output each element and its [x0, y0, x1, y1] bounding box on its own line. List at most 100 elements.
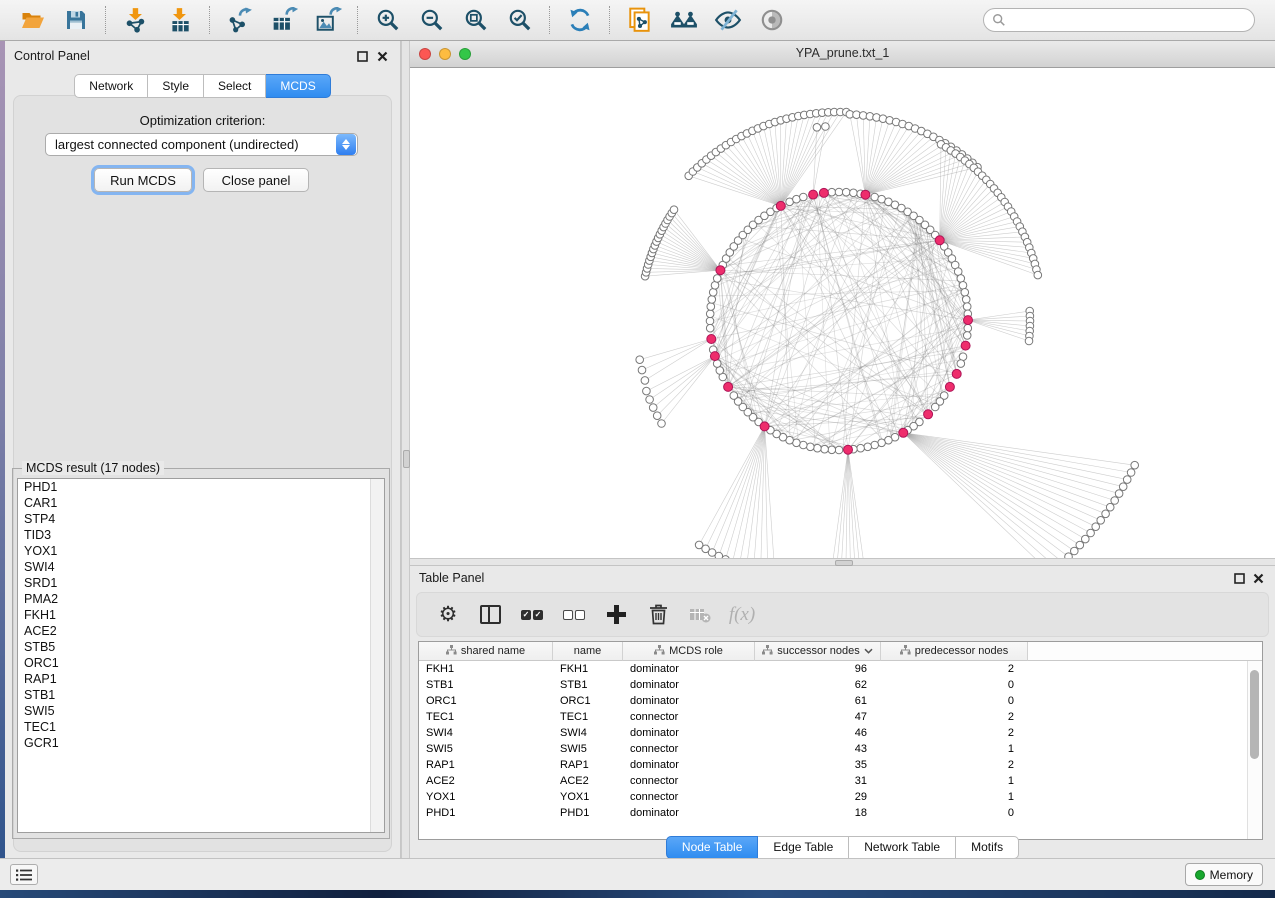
table-cell[interactable]: 2	[881, 725, 1028, 741]
mcds-result-item[interactable]: SRD1	[18, 575, 384, 591]
optimization-criterion-select[interactable]: largest connected component (undirected)	[45, 133, 358, 156]
close-panel-icon[interactable]	[374, 48, 390, 64]
table-cell[interactable]: dominator	[623, 805, 755, 821]
table-cell[interactable]: PHD1	[553, 805, 623, 821]
table-cell[interactable]: connector	[623, 709, 755, 725]
table-row[interactable]: PHD1PHD1dominator180	[419, 805, 1262, 821]
zoom-in-icon[interactable]	[371, 4, 405, 36]
save-session-icon[interactable]	[59, 4, 93, 36]
task-history-icon[interactable]	[10, 864, 38, 885]
table-cell[interactable]: 29	[755, 789, 881, 805]
tab-network[interactable]: Network	[74, 74, 148, 98]
tab-motifs[interactable]: Motifs	[956, 836, 1019, 859]
table-cell[interactable]: 1	[881, 741, 1028, 757]
delete-table-icon[interactable]	[683, 598, 717, 632]
select-all-icon[interactable]: ✓✓	[515, 598, 549, 632]
table-cell[interactable]: 1	[881, 773, 1028, 789]
deselect-all-icon[interactable]	[557, 598, 591, 632]
table-cell[interactable]: 2	[881, 709, 1028, 725]
zoom-fit-icon[interactable]	[459, 4, 493, 36]
mcds-result-item[interactable]: YOX1	[18, 543, 384, 559]
export-image-icon[interactable]	[311, 4, 345, 36]
zoom-out-icon[interactable]	[415, 4, 449, 36]
mcds-result-item[interactable]: TEC1	[18, 719, 384, 735]
hide-details-icon[interactable]	[711, 4, 745, 36]
table-cell[interactable]: dominator	[623, 693, 755, 709]
table-cell[interactable]: SWI4	[553, 725, 623, 741]
mcds-result-item[interactable]: GCR1	[18, 735, 384, 751]
network-document-icon[interactable]	[623, 4, 657, 36]
mcds-result-item[interactable]: TID3	[18, 527, 384, 543]
table-row[interactable]: ORC1ORC1dominator610	[419, 693, 1262, 709]
network-view-canvas[interactable]	[410, 68, 1275, 558]
table-cell[interactable]: 61	[755, 693, 881, 709]
add-column-icon[interactable]	[599, 598, 633, 632]
mcds-result-list[interactable]: PHD1CAR1STP4TID3YOX1SWI4SRD1PMA2FKH1ACE2…	[17, 478, 385, 833]
table-cell[interactable]: dominator	[623, 725, 755, 741]
table-cell[interactable]: SWI5	[419, 741, 553, 757]
table-cell[interactable]: 47	[755, 709, 881, 725]
zoom-selected-icon[interactable]	[503, 4, 537, 36]
table-cell[interactable]: ACE2	[419, 773, 553, 789]
table-cell[interactable]: 35	[755, 757, 881, 773]
column-header-successor-nodes[interactable]: successor nodes	[755, 642, 881, 661]
table-cell[interactable]: YOX1	[419, 789, 553, 805]
table-cell[interactable]: ORC1	[419, 693, 553, 709]
mcds-result-item[interactable]: PHD1	[18, 479, 384, 495]
table-options-gear-icon[interactable]: ⚙	[431, 598, 465, 632]
export-table-icon[interactable]	[267, 4, 301, 36]
show-graphics-icon[interactable]	[755, 4, 789, 36]
table-cell[interactable]: 62	[755, 677, 881, 693]
table-cell[interactable]: 0	[881, 693, 1028, 709]
table-row[interactable]: YOX1YOX1connector291	[419, 789, 1262, 805]
table-cell[interactable]: STB1	[553, 677, 623, 693]
table-scrollbar-thumb[interactable]	[1250, 670, 1259, 759]
open-file-icon[interactable]	[15, 4, 49, 36]
table-row[interactable]: SWI4SWI4dominator462	[419, 725, 1262, 741]
table-cell[interactable]: dominator	[623, 677, 755, 693]
table-cell[interactable]: PHD1	[419, 805, 553, 821]
import-network-icon[interactable]	[119, 4, 153, 36]
table-cell[interactable]: SWI4	[419, 725, 553, 741]
table-cell[interactable]: 96	[755, 661, 881, 677]
table-cell[interactable]: ACE2	[553, 773, 623, 789]
mcds-result-item[interactable]: STB5	[18, 639, 384, 655]
table-cell[interactable]: 0	[881, 805, 1028, 821]
tab-edge-table[interactable]: Edge Table	[758, 836, 849, 859]
delete-column-icon[interactable]	[641, 598, 675, 632]
table-cell[interactable]: STB1	[419, 677, 553, 693]
table-cell[interactable]: 2	[881, 757, 1028, 773]
table-cell[interactable]: 2	[881, 661, 1028, 677]
mcds-result-item[interactable]: FKH1	[18, 607, 384, 623]
export-network-icon[interactable]	[223, 4, 257, 36]
table-cell[interactable]: SWI5	[553, 741, 623, 757]
table-cell[interactable]: TEC1	[553, 709, 623, 725]
show-columns-icon[interactable]	[473, 598, 507, 632]
table-cell[interactable]: connector	[623, 741, 755, 757]
float-panel-icon[interactable]	[1231, 570, 1247, 586]
close-panel-button[interactable]: Close panel	[203, 168, 309, 192]
search-input[interactable]	[1011, 12, 1254, 28]
column-header-MCDS-role[interactable]: MCDS role	[623, 642, 755, 661]
close-panel-icon[interactable]	[1250, 570, 1266, 586]
mcds-result-item[interactable]: ORC1	[18, 655, 384, 671]
import-table-icon[interactable]	[163, 4, 197, 36]
table-cell[interactable]: 46	[755, 725, 881, 741]
table-scrollbar[interactable]	[1247, 661, 1262, 839]
table-cell[interactable]: TEC1	[419, 709, 553, 725]
splitter-grip[interactable]	[403, 450, 410, 468]
horizontal-splitter[interactable]	[410, 558, 1275, 566]
float-panel-icon[interactable]	[354, 48, 370, 64]
column-header-name[interactable]: name	[553, 642, 623, 661]
table-cell[interactable]: FKH1	[553, 661, 623, 677]
mcds-result-item[interactable]: PMA2	[18, 591, 384, 607]
table-cell[interactable]: FKH1	[419, 661, 553, 677]
mcds-list-scrollbar[interactable]	[370, 479, 384, 832]
mcds-result-item[interactable]: STP4	[18, 511, 384, 527]
mcds-result-item[interactable]: SWI4	[18, 559, 384, 575]
mcds-result-item[interactable]: ACE2	[18, 623, 384, 639]
table-cell[interactable]: connector	[623, 789, 755, 805]
tab-node-table[interactable]: Node Table	[666, 836, 759, 859]
vertical-splitter[interactable]	[401, 41, 410, 858]
run-mcds-button[interactable]: Run MCDS	[94, 168, 192, 192]
